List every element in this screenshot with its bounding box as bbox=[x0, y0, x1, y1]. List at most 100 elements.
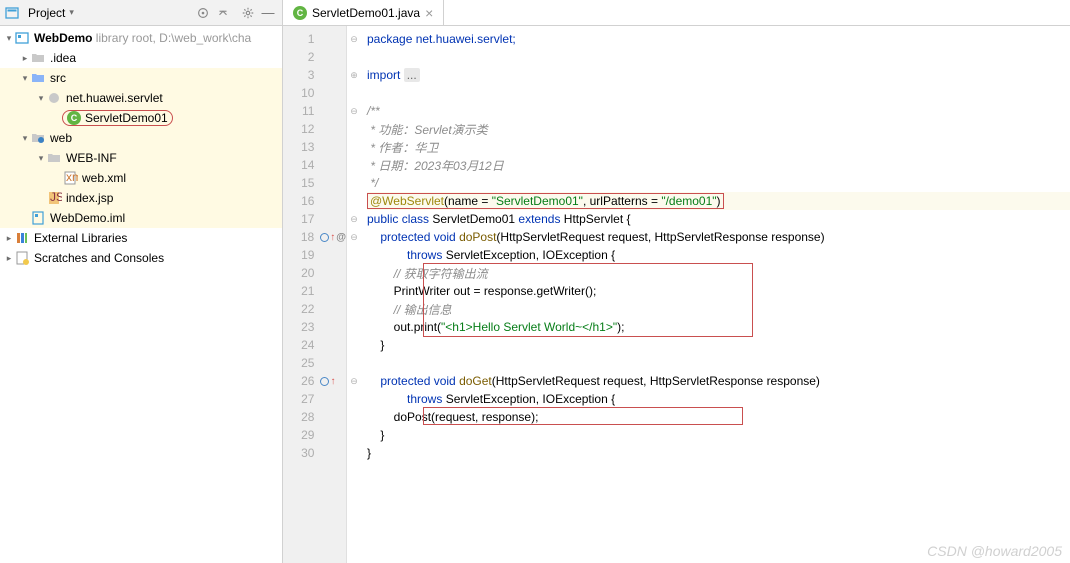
expand-icon[interactable]: ▸ bbox=[4, 233, 14, 244]
iml-file-icon bbox=[30, 210, 46, 226]
code-line: /** bbox=[367, 104, 380, 118]
node-label: WebDemo.iml bbox=[50, 211, 125, 225]
folder-icon bbox=[30, 50, 46, 66]
annotation-highlight: @WebServlet(name = "ServletDemo01", urlP… bbox=[367, 193, 724, 209]
project-tool-header: Project ▾ — bbox=[0, 0, 283, 25]
code-token: out.print( bbox=[367, 320, 441, 334]
fold-column: ⊖⊕⊖⊖⊖⊖ bbox=[347, 26, 361, 563]
node-label: WEB-INF bbox=[66, 151, 117, 165]
tree-node-scratches[interactable]: ▸ Scratches and Consoles bbox=[0, 248, 282, 268]
code-line: // 获取字符输出流 bbox=[367, 265, 488, 282]
folder-icon bbox=[46, 150, 62, 166]
node-label: net.huawei.servlet bbox=[66, 91, 163, 105]
tree-node-web[interactable]: ▾ web bbox=[0, 128, 282, 148]
source-folder-icon bbox=[30, 70, 46, 86]
expand-icon[interactable]: ▾ bbox=[36, 153, 46, 164]
expand-all-icon[interactable] bbox=[213, 2, 233, 24]
project-tree[interactable]: ▾ WebDemo library root, D:\web_work\cha … bbox=[0, 26, 283, 563]
code-token: ); bbox=[617, 320, 624, 334]
code-line: // 输出信息 bbox=[367, 301, 452, 318]
expand-icon[interactable]: ▾ bbox=[20, 133, 30, 144]
tree-node-webinf[interactable]: ▾ WEB-INF bbox=[0, 148, 282, 168]
folded-code[interactable]: ... bbox=[404, 68, 420, 82]
node-label: Scratches and Consoles bbox=[34, 251, 164, 265]
xml-file-icon: xml bbox=[62, 170, 78, 186]
expand-icon[interactable]: ▾ bbox=[36, 93, 46, 104]
node-label: External Libraries bbox=[34, 231, 127, 245]
code-token: "<h1>Hello Servlet World~</h1>" bbox=[441, 320, 617, 334]
chevron-down-icon: ▾ bbox=[69, 7, 74, 18]
node-label: WebDemo bbox=[34, 31, 92, 45]
node-label: web.xml bbox=[82, 171, 126, 185]
project-label: Project bbox=[28, 6, 65, 20]
main-area: ▾ WebDemo library root, D:\web_work\cha … bbox=[0, 26, 1070, 563]
tree-node-src[interactable]: ▾ src bbox=[0, 68, 282, 88]
settings-gear-icon[interactable] bbox=[238, 2, 258, 24]
code-editor[interactable]: 123101112131415161718↑@1920212223242526↑… bbox=[283, 26, 1070, 563]
expand-icon[interactable]: ▾ bbox=[20, 73, 30, 84]
code-token: doGet bbox=[459, 374, 492, 388]
java-class-icon: C bbox=[293, 6, 307, 20]
code-token: "ServletDemo01" bbox=[492, 194, 583, 208]
project-dropdown[interactable]: Project ▾ bbox=[4, 5, 74, 21]
project-icon bbox=[4, 5, 20, 21]
code-token: doPost bbox=[459, 230, 496, 244]
tree-node-root[interactable]: ▾ WebDemo library root, D:\web_work\cha bbox=[0, 28, 282, 48]
tree-node-package[interactable]: ▾ net.huawei.servlet bbox=[0, 88, 282, 108]
node-hint: library root, D:\web_work\cha bbox=[96, 31, 251, 45]
code-token: "/demo01" bbox=[661, 194, 716, 208]
node-label: .idea bbox=[50, 51, 76, 65]
code-line: package net.huawei.servlet; bbox=[367, 32, 516, 46]
code-token: throws bbox=[367, 248, 446, 262]
code-token: (HttpServletRequest request, HttpServlet… bbox=[496, 230, 824, 244]
svg-text:xml: xml bbox=[66, 170, 78, 184]
tree-node-extlib[interactable]: ▸ External Libraries bbox=[0, 228, 282, 248]
tab-servletdemo01[interactable]: C ServletDemo01.java × bbox=[283, 0, 444, 25]
code-token: ) bbox=[717, 194, 721, 208]
code-token: , urlPatterns = bbox=[583, 194, 661, 208]
node-label: src bbox=[50, 71, 66, 85]
svg-text:JSP: JSP bbox=[50, 190, 62, 204]
tree-node-indexjsp[interactable]: ▸ JSP index.jsp bbox=[0, 188, 282, 208]
code-line: } bbox=[367, 338, 384, 352]
watermark: CSDN @howard2005 bbox=[927, 543, 1062, 559]
code-token: @WebServlet bbox=[370, 194, 444, 208]
title-bar: Project ▾ — C ServletDemo01.java × bbox=[0, 0, 1070, 26]
code-token: import bbox=[367, 68, 404, 82]
libraries-icon bbox=[14, 230, 30, 246]
code-line: * 功能：Servlet演示类 bbox=[367, 121, 488, 138]
expand-icon[interactable]: ▾ bbox=[4, 33, 14, 44]
java-class-icon: C bbox=[67, 111, 81, 125]
node-label: web bbox=[50, 131, 72, 145]
code-token: protected void bbox=[367, 230, 459, 244]
jsp-file-icon: JSP bbox=[46, 190, 62, 206]
code-token: ServletException, IOException { bbox=[446, 392, 615, 406]
code-token: throws bbox=[367, 392, 446, 406]
node-label: ServletDemo01 bbox=[85, 111, 168, 125]
code-token: ServletException, IOException { bbox=[446, 248, 615, 262]
tree-node-class[interactable]: ▸ C ServletDemo01 bbox=[0, 108, 282, 128]
expand-icon[interactable]: ▸ bbox=[20, 53, 30, 64]
close-icon[interactable]: × bbox=[425, 5, 433, 21]
package-icon bbox=[46, 90, 62, 106]
expand-icon[interactable]: ▸ bbox=[4, 253, 14, 264]
code-line: } bbox=[367, 446, 371, 460]
code-token: public class bbox=[367, 212, 432, 226]
code-token: HttpServlet { bbox=[564, 212, 631, 226]
code-line: */ bbox=[367, 176, 378, 190]
code-area[interactable]: package net.huawei.servlet; import ... /… bbox=[361, 26, 1070, 563]
hide-icon[interactable]: — bbox=[258, 2, 278, 24]
highlighted-node: C ServletDemo01 bbox=[62, 110, 173, 126]
code-token: (HttpServletRequest request, HttpServlet… bbox=[492, 374, 820, 388]
code-line: * 作者：华卫 bbox=[367, 139, 438, 156]
code-line: * 日期：2023年03月12日 bbox=[367, 157, 504, 174]
tree-node-webxml[interactable]: ▸ xml web.xml bbox=[0, 168, 282, 188]
select-opened-file-icon[interactable] bbox=[193, 2, 213, 24]
tree-node-idea[interactable]: ▸ .idea bbox=[0, 48, 282, 68]
node-label: index.jsp bbox=[66, 191, 113, 205]
gutter: 123101112131415161718↑@1920212223242526↑… bbox=[283, 26, 347, 563]
code-line: PrintWriter out = response.getWriter(); bbox=[367, 284, 596, 298]
code-token: protected void bbox=[367, 374, 459, 388]
code-token: (name = bbox=[444, 194, 492, 208]
tree-node-iml[interactable]: ▸ WebDemo.iml bbox=[0, 208, 282, 228]
